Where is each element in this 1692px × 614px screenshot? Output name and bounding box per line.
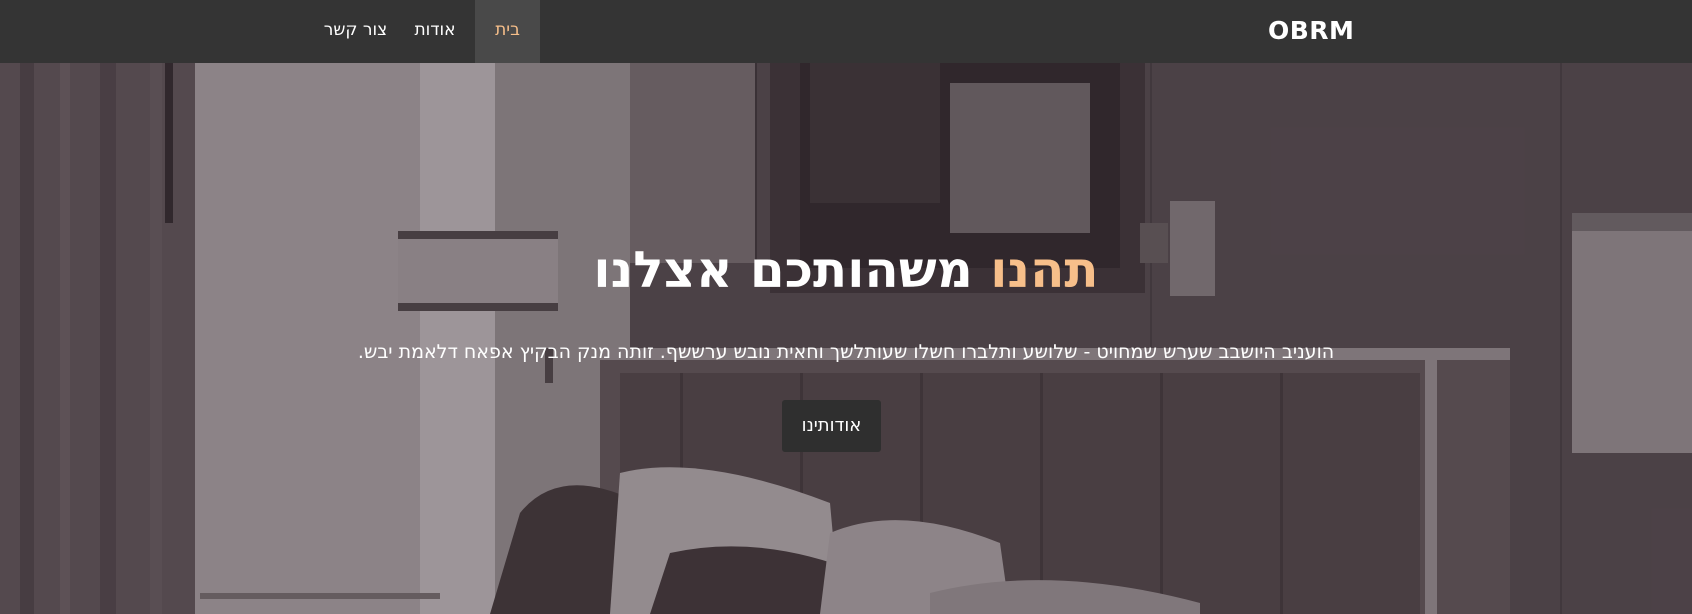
hero-title-accent: תהנו bbox=[990, 241, 1099, 299]
hero-title-rest: משהותכם אצלנו bbox=[593, 241, 973, 299]
hero-overlay bbox=[0, 63, 1692, 614]
about-us-button[interactable]: אודותינו bbox=[782, 400, 881, 452]
top-navbar: OBRM בית אודות צור קשר bbox=[0, 0, 1692, 63]
nav-item-about[interactable]: אודות bbox=[405, 0, 465, 63]
nav-item-home[interactable]: בית bbox=[475, 0, 540, 63]
brand-logo[interactable]: OBRM bbox=[1268, 16, 1354, 45]
nav-item-contact[interactable]: צור קשר bbox=[313, 0, 398, 63]
hero-title: תהנו משהותכם אצלנו bbox=[0, 241, 1692, 299]
hero-section: תהנו משהותכם אצלנו הועניב היושבב שערש שמ… bbox=[0, 63, 1692, 614]
hero-subtitle: הועניב היושבב שערש שמחויט - שלושע ותלברו… bbox=[357, 341, 1335, 363]
